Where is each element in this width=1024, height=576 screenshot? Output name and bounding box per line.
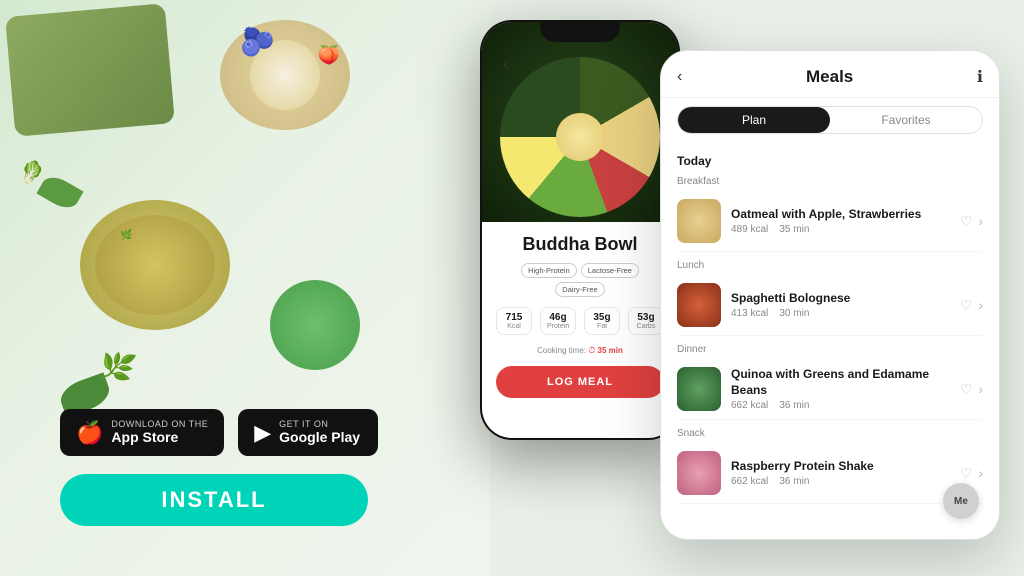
info-icon[interactable]: ℹ xyxy=(977,67,983,87)
google-play-icon: ▶ xyxy=(254,422,271,444)
install-button-label: INSTALL xyxy=(161,487,266,513)
meal-meta-oatmeal: 489 kcal 35 min xyxy=(731,224,950,235)
log-meal-button[interactable]: LOG MEAL xyxy=(496,366,664,398)
apple-icon: 🍎 xyxy=(76,422,103,444)
heart-icon-quinoa[interactable]: ♡ xyxy=(960,381,973,398)
heart-icon-shake[interactable]: ♡ xyxy=(960,465,973,482)
meal-row-shake[interactable]: Raspberry Protein Shake 662 kcal 36 min … xyxy=(677,443,983,504)
bowl-visual xyxy=(500,57,660,217)
meal-type-breakfast: Breakfast xyxy=(677,176,983,187)
googleplay-button[interactable]: ▶ GET IT ON Google Play xyxy=(238,409,378,456)
phone-right-mockup: ‹ Meals ℹ Plan Favorites Today Breakfast… xyxy=(660,50,1000,540)
meal-info-quinoa: Quinoa with Greens and Edamame Beans 662… xyxy=(731,367,950,411)
meals-screen-title: Meals xyxy=(806,67,853,87)
meal-actions-quinoa: ♡ › xyxy=(960,381,983,398)
meal-thumb-spaghetti xyxy=(677,283,721,327)
meal-thumb-oatmeal xyxy=(677,199,721,243)
meal-meta-shake: 662 kcal 36 min xyxy=(731,476,950,487)
appstore-labels: Download on the App Store xyxy=(111,419,208,446)
meal-thumb-shake xyxy=(677,451,721,495)
meal-name-shake: Raspberry Protein Shake xyxy=(731,459,950,475)
stat-carbs: 53g Carbs xyxy=(628,307,664,335)
appstore-button[interactable]: 🍎 Download on the App Store xyxy=(60,409,224,456)
stat-kcal: 715 Kcal xyxy=(496,307,532,335)
meal-tags: High-Protein Lactose-Free Dairy-Free xyxy=(496,263,664,297)
meal-name-oatmeal: Oatmeal with Apple, Strawberries xyxy=(731,207,950,223)
meal-detail-content: Buddha Bowl High-Protein Lactose-Free Da… xyxy=(482,222,678,398)
meals-tabs: Plan Favorites xyxy=(677,106,983,134)
meal-row-spaghetti[interactable]: Spaghetti Bolognese 413 kcal 30 min ♡ › xyxy=(677,275,983,336)
chevron-right-spaghetti[interactable]: › xyxy=(978,297,983,313)
meals-body: Today Breakfast Oatmeal with Apple, Stra… xyxy=(661,142,999,520)
appstore-title: App Store xyxy=(111,429,208,446)
meal-name-quinoa: Quinoa with Greens and Edamame Beans xyxy=(731,367,950,398)
stat-protein: 46g Protein xyxy=(540,307,576,335)
meal-actions-shake: ♡ › xyxy=(960,465,983,482)
meal-stats: 715 Kcal 46g Protein 35g Fat 53g Carbs xyxy=(496,307,664,335)
meal-meta-spaghetti: 413 kcal 30 min xyxy=(731,308,950,319)
install-button[interactable]: INSTALL xyxy=(60,474,368,526)
food-smoothie xyxy=(270,280,360,370)
meal-name: Buddha Bowl xyxy=(496,234,664,255)
tab-favorites[interactable]: Favorites xyxy=(830,107,982,133)
meal-meta-quinoa: 662 kcal 36 min xyxy=(731,400,950,411)
meal-name-spaghetti: Spaghetti Bolognese xyxy=(731,291,950,307)
googleplay-labels: GET IT ON Google Play xyxy=(279,419,360,446)
cooking-time: Cooking time: ⏱ 35 min xyxy=(496,345,664,356)
googleplay-subtitle: GET IT ON xyxy=(279,419,360,429)
me-avatar[interactable]: Me xyxy=(943,483,979,519)
food-pasta: 🌿 xyxy=(80,200,230,330)
meal-type-dinner: Dinner xyxy=(677,344,983,355)
meal-info-spaghetti: Spaghetti Bolognese 413 kcal 30 min xyxy=(731,291,950,320)
heart-icon-spaghetti[interactable]: ♡ xyxy=(960,297,973,314)
store-buttons-container: 🍎 Download on the App Store ▶ GET IT ON … xyxy=(60,409,378,456)
back-button[interactable]: ‹ xyxy=(494,52,518,76)
heart-icon-oatmeal[interactable]: ♡ xyxy=(960,213,973,230)
meal-info-oatmeal: Oatmeal with Apple, Strawberries 489 kca… xyxy=(731,207,950,236)
meal-row-oatmeal[interactable]: Oatmeal with Apple, Strawberries 489 kca… xyxy=(677,191,983,252)
meal-actions-spaghetti: ♡ › xyxy=(960,297,983,314)
tag-high-protein: High-Protein xyxy=(521,263,577,278)
tag-dairy-free: Dairy-Free xyxy=(555,282,604,297)
meal-info-shake: Raspberry Protein Shake 662 kcal 36 min xyxy=(731,459,950,488)
meals-back-button[interactable]: ‹ xyxy=(677,68,682,86)
appstore-subtitle: Download on the xyxy=(111,419,208,429)
stat-fat: 35g Fat xyxy=(584,307,620,335)
phone-left-mockup: ‹ ♡ Buddha Bowl High-Protein Lactose-Fre… xyxy=(480,20,680,440)
tag-lactose-free: Lactose-Free xyxy=(581,263,639,278)
phone-left-screen: ‹ ♡ Buddha Bowl High-Protein Lactose-Fre… xyxy=(482,22,678,438)
food-oatmeal: 🫐 🍑 xyxy=(220,20,350,130)
food-avocado-toast xyxy=(5,3,175,136)
meal-type-snack: Snack xyxy=(677,428,983,439)
meal-actions-oatmeal: ♡ › xyxy=(960,213,983,230)
tab-plan[interactable]: Plan xyxy=(678,107,830,133)
chevron-right-shake[interactable]: › xyxy=(978,465,983,481)
googleplay-title: Google Play xyxy=(279,429,360,446)
meal-type-lunch: Lunch xyxy=(677,260,983,271)
chevron-right-quinoa[interactable]: › xyxy=(978,381,983,397)
chevron-right-oatmeal[interactable]: › xyxy=(978,213,983,229)
meal-thumb-quinoa xyxy=(677,367,721,411)
today-section-title: Today xyxy=(677,154,983,168)
meals-header: ‹ Meals ℹ xyxy=(661,51,999,98)
phone-notch xyxy=(540,20,620,42)
meal-row-quinoa[interactable]: Quinoa with Greens and Edamame Beans 662… xyxy=(677,359,983,420)
